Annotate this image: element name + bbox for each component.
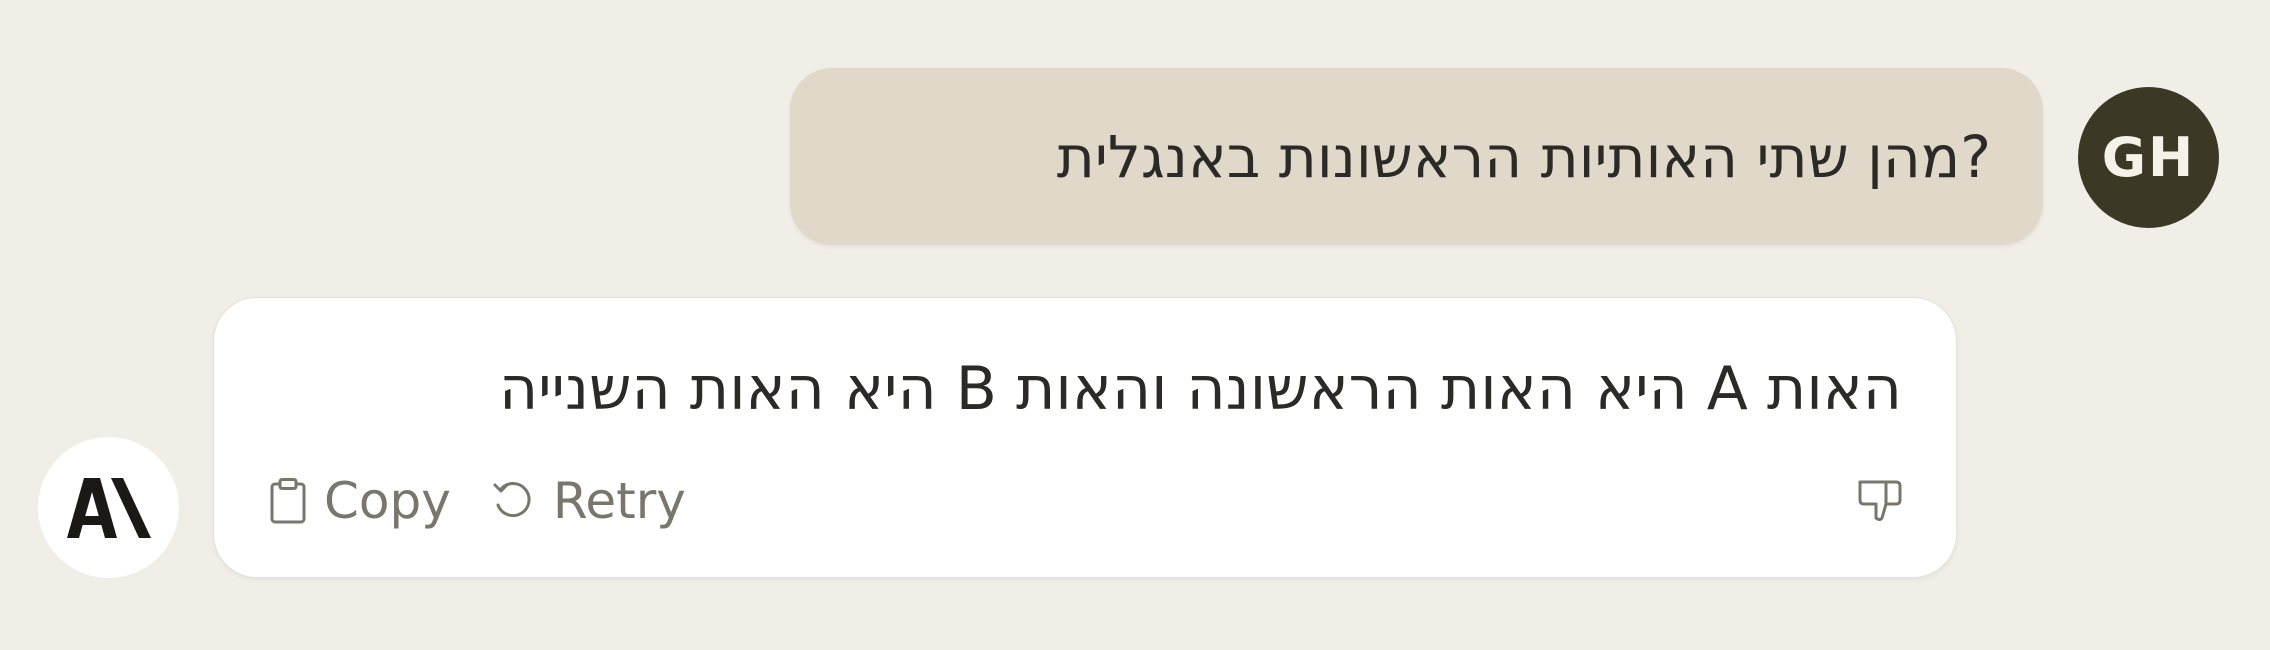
anthropic-logo-icon <box>66 477 151 538</box>
retry-icon <box>493 482 531 518</box>
clipboard-icon <box>270 478 306 524</box>
thumbs-down-icon <box>1858 480 1902 521</box>
user-avatar-initials: GH <box>2101 126 2196 189</box>
assistant-message-bubble: האות A היא האות הראשונה והאות B היא האות… <box>213 297 1957 578</box>
user-message-bubble: ?מהן שתי האותיות הראשונות באנגלית <box>790 68 2043 245</box>
assistant-message-text: האות A היא האות הראשונה והאות B היא האות… <box>498 354 1902 424</box>
user-message-text: ?מהן שתי האותיות הראשונות באנגלית <box>1056 122 1991 191</box>
retry-button[interactable]: Retry <box>491 472 686 530</box>
message-actions: Copy Retry <box>270 472 686 530</box>
user-avatar[interactable]: GH <box>2078 87 2219 228</box>
chat-page: ?מהן שתי האותיות הראשונות באנגלית GH האו… <box>0 0 2270 650</box>
copy-button[interactable]: Copy <box>270 472 451 530</box>
retry-label: Retry <box>552 472 686 530</box>
assistant-avatar <box>38 437 179 578</box>
thumbs-down-button[interactable] <box>1856 478 1904 526</box>
copy-label: Copy <box>324 472 451 530</box>
